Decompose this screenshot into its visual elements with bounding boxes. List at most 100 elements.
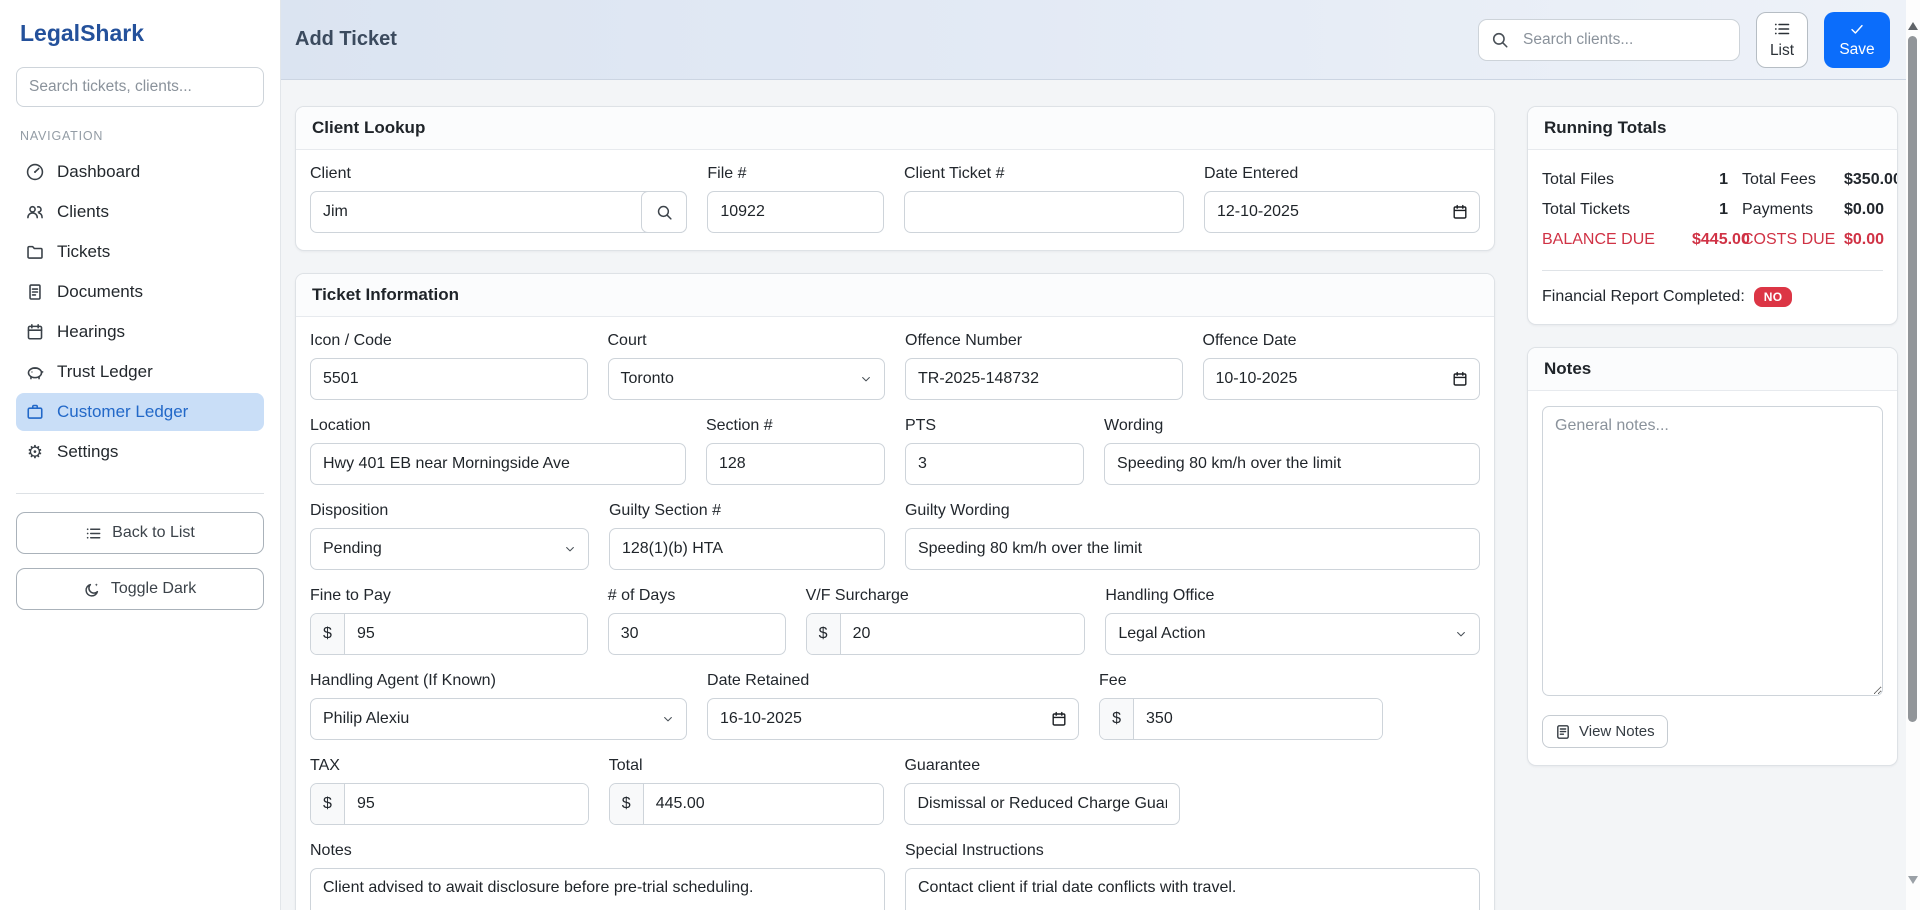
file-number-label: File # xyxy=(707,165,884,183)
general-notes-textarea[interactable] xyxy=(1542,406,1883,696)
days-label: # of Days xyxy=(608,587,786,605)
date-retained-input[interactable] xyxy=(707,698,1079,740)
special-instructions-label: Special Instructions xyxy=(905,842,1480,860)
fee-label: Fee xyxy=(1099,672,1383,690)
view-notes-button[interactable]: View Notes xyxy=(1542,715,1668,748)
client-lookup-search-button[interactable] xyxy=(641,191,687,233)
section-number-input[interactable] xyxy=(706,443,885,485)
currency-prefix: $ xyxy=(311,784,345,824)
total-tickets-value: 1 xyxy=(1692,201,1728,219)
special-instructions-textarea[interactable]: Contact client if trial date conflicts w… xyxy=(905,868,1480,910)
calendar-icon xyxy=(1051,711,1067,727)
total-files-label: Total Files xyxy=(1542,171,1692,189)
sidebar-item-label: Hearings xyxy=(57,322,125,342)
calendar-icon xyxy=(1452,204,1468,220)
payments-label: Payments xyxy=(1728,201,1844,219)
tax-label: TAX xyxy=(310,757,589,775)
sidebar-item-dashboard[interactable]: Dashboard xyxy=(16,153,264,191)
total-input[interactable] xyxy=(644,784,884,824)
guilty-section-label: Guilty Section # xyxy=(609,502,885,520)
client-ticket-input[interactable] xyxy=(904,191,1184,233)
sidebar-item-clients[interactable]: Clients xyxy=(16,193,264,231)
back-to-list-label: Back to List xyxy=(112,524,195,542)
sidebar-divider xyxy=(16,493,264,494)
running-totals-row: BALANCE DUE $445.00 COSTS DUE $0.00 xyxy=(1542,225,1883,255)
fee-input[interactable] xyxy=(1134,699,1382,739)
client-search-input[interactable] xyxy=(1521,30,1739,50)
vertical-scrollbar[interactable] xyxy=(1906,0,1920,910)
list-view-button[interactable]: List xyxy=(1756,12,1808,68)
handling-agent-select[interactable]: Philip Alexiu xyxy=(310,698,687,740)
wording-input[interactable] xyxy=(1104,443,1480,485)
days-input[interactable] xyxy=(608,613,786,655)
sidebar-item-trust-ledger[interactable]: Trust Ledger xyxy=(16,353,264,391)
client-lookup-card: Client Lookup Client xyxy=(295,106,1495,251)
disposition-select[interactable]: Pending xyxy=(310,528,589,570)
sidebar-item-settings[interactable]: ⚙ Settings xyxy=(16,433,264,471)
court-select[interactable]: Toronto xyxy=(608,358,886,400)
currency-prefix: $ xyxy=(311,614,345,654)
disposition-value: Pending xyxy=(323,540,382,558)
guarantee-label: Guarantee xyxy=(904,757,1180,775)
file-number-input[interactable] xyxy=(707,191,884,233)
disposition-label: Disposition xyxy=(310,502,589,520)
costs-due-label: COSTS DUE xyxy=(1728,231,1844,249)
location-input[interactable] xyxy=(310,443,686,485)
back-to-list-button[interactable]: Back to List xyxy=(16,512,264,554)
guarantee-input[interactable] xyxy=(904,783,1180,825)
calendar-icon xyxy=(26,323,44,341)
chevron-down-icon xyxy=(1455,628,1467,640)
search-icon xyxy=(1479,31,1521,49)
court-value: Toronto xyxy=(621,370,674,388)
sidebar-item-documents[interactable]: Documents xyxy=(16,273,264,311)
fine-to-pay-input[interactable] xyxy=(345,614,587,654)
running-totals-title: Running Totals xyxy=(1528,107,1897,150)
chevron-down-icon xyxy=(662,713,674,725)
offence-number-input[interactable] xyxy=(905,358,1183,400)
sidebar-item-hearings[interactable]: Hearings xyxy=(16,313,264,351)
balance-due-label: BALANCE DUE xyxy=(1542,231,1692,249)
sidebar-item-label: Clients xyxy=(57,202,109,222)
date-entered-input[interactable] xyxy=(1204,191,1480,233)
total-tickets-label: Total Tickets xyxy=(1542,201,1692,219)
vf-surcharge-input[interactable] xyxy=(841,614,1085,654)
client-label: Client xyxy=(310,165,687,183)
offence-date-input[interactable] xyxy=(1203,358,1481,400)
client-input[interactable] xyxy=(310,191,687,233)
currency-prefix: $ xyxy=(807,614,841,654)
guilty-wording-input[interactable] xyxy=(905,528,1480,570)
briefcase-icon xyxy=(26,403,44,421)
chevron-down-icon xyxy=(564,543,576,555)
toggle-dark-button[interactable]: Toggle Dark xyxy=(16,568,264,610)
scrollbar-thumb[interactable] xyxy=(1908,36,1917,722)
payments-value: $0.00 xyxy=(1844,201,1884,219)
financial-report-badge: NO xyxy=(1754,287,1793,307)
pts-input[interactable] xyxy=(905,443,1084,485)
client-ticket-label: Client Ticket # xyxy=(904,165,1184,183)
sidebar-item-tickets[interactable]: Tickets xyxy=(16,233,264,271)
gear-icon: ⚙ xyxy=(26,443,44,461)
running-totals-divider xyxy=(1542,270,1883,271)
balance-due-value: $445.00 xyxy=(1692,231,1728,249)
sidebar-item-label: Customer Ledger xyxy=(57,402,188,422)
sidebar-search-input[interactable] xyxy=(16,67,264,107)
list-button-label: List xyxy=(1770,42,1794,60)
icon-code-input[interactable] xyxy=(310,358,588,400)
save-button-label: Save xyxy=(1839,41,1874,59)
nav-section-label: NAVIGATION xyxy=(20,129,260,143)
scrollbar-down-arrow[interactable] xyxy=(1908,876,1918,884)
guilty-section-input[interactable] xyxy=(609,528,885,570)
scrollbar-up-arrow[interactable] xyxy=(1908,22,1918,30)
court-label: Court xyxy=(608,332,886,350)
check-icon xyxy=(1849,21,1865,37)
running-totals-card: Running Totals Total Files 1 Total Fees … xyxy=(1527,106,1898,325)
save-button[interactable]: Save xyxy=(1824,12,1890,68)
handling-agent-value: Philip Alexiu xyxy=(323,710,409,728)
tax-input[interactable] xyxy=(345,784,588,824)
sidebar-item-label: Trust Ledger xyxy=(57,362,153,382)
sidebar-item-customer-ledger[interactable]: Customer Ledger xyxy=(16,393,264,431)
folder-icon xyxy=(26,243,44,261)
handling-office-select[interactable]: Legal Action xyxy=(1105,613,1480,655)
ticket-notes-textarea[interactable]: Client advised to await disclosure befor… xyxy=(310,868,885,910)
sidebar-item-label: Documents xyxy=(57,282,143,302)
